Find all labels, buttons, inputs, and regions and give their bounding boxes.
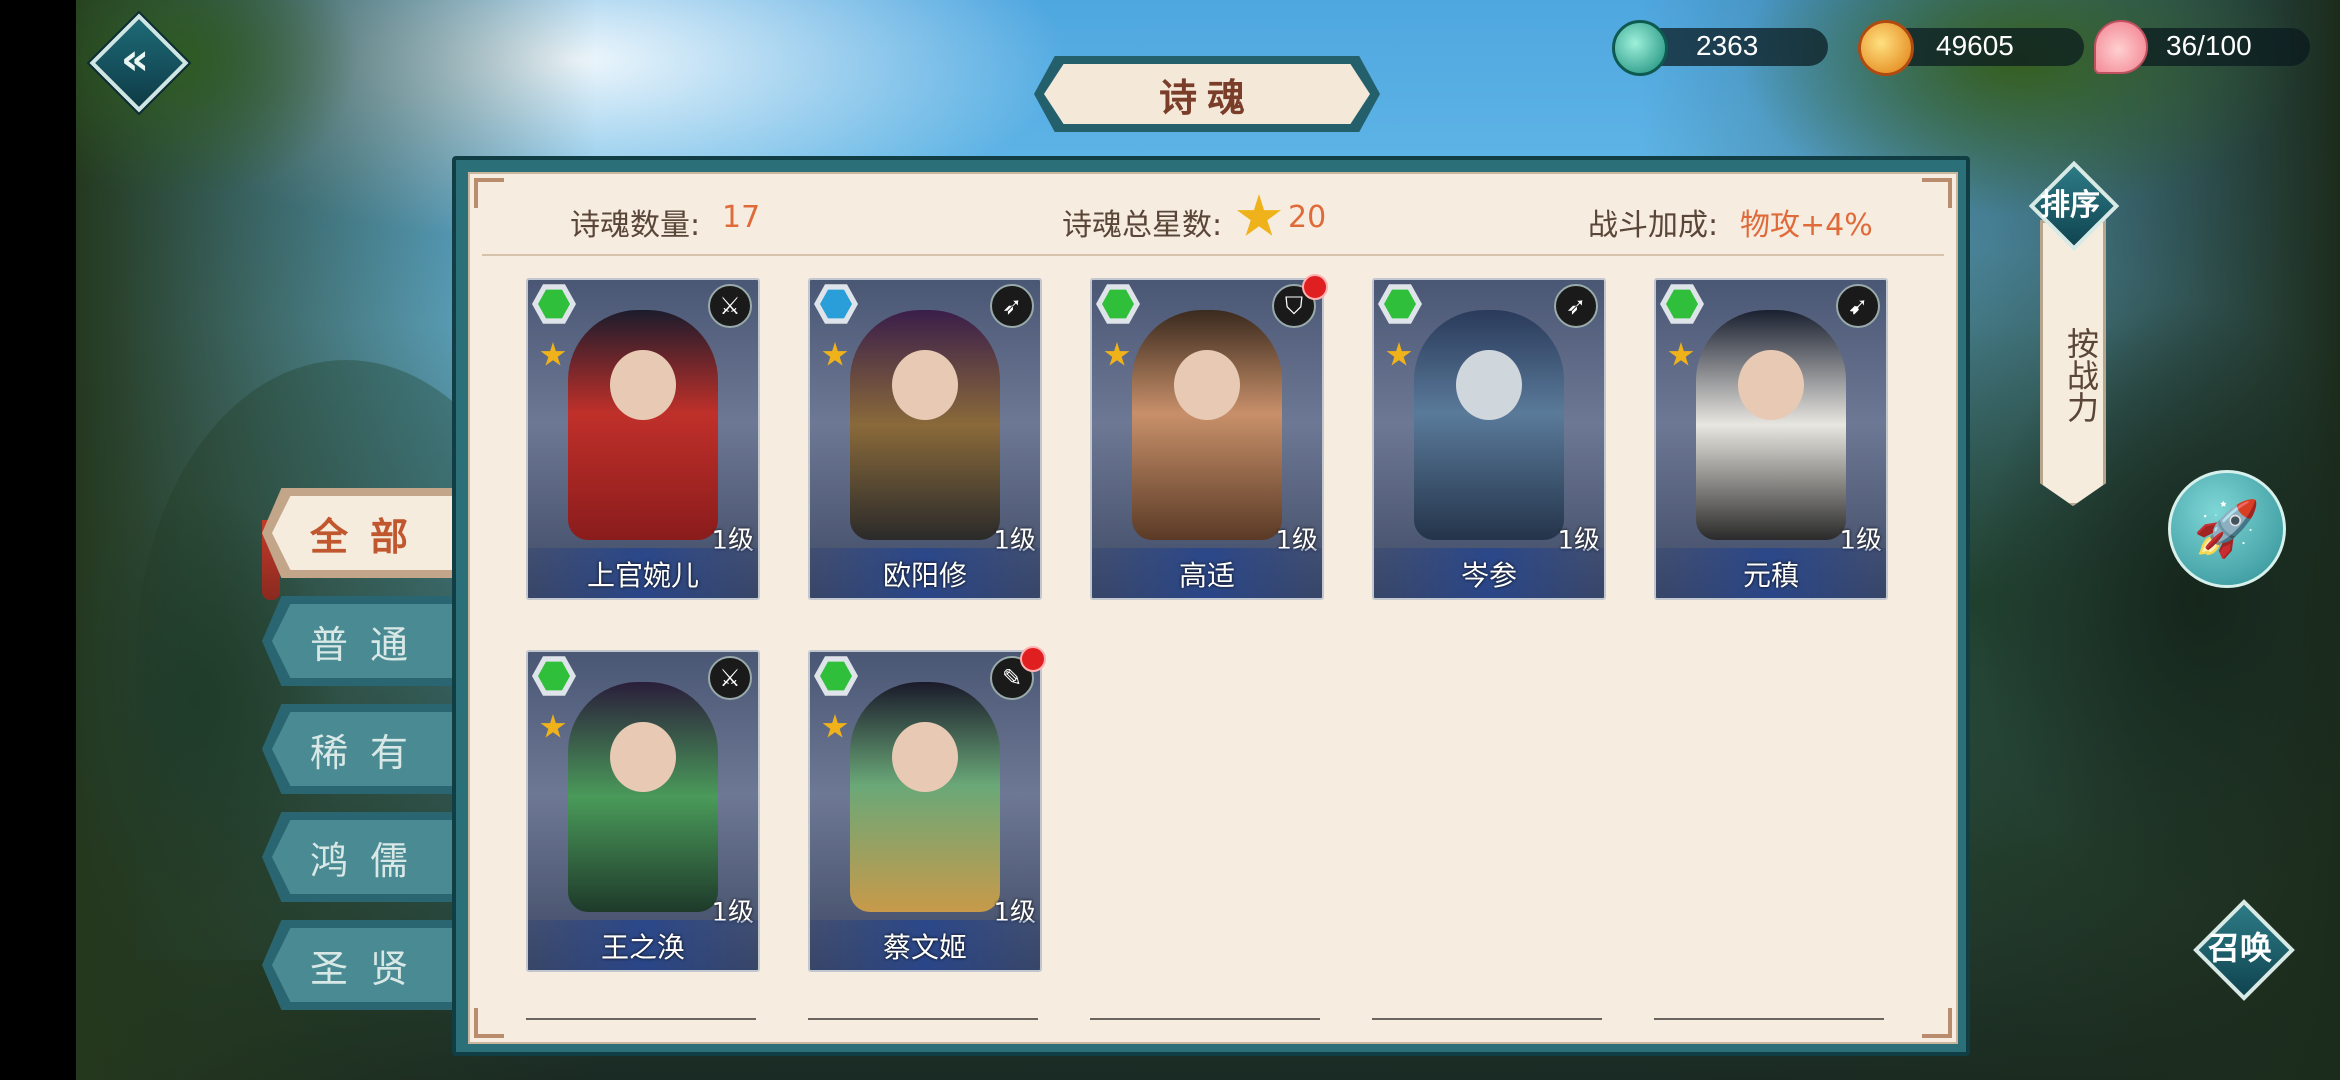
star-icon bbox=[822, 714, 848, 738]
rocket-button[interactable]: 🚀 bbox=[2168, 470, 2286, 588]
character-face bbox=[610, 722, 676, 792]
tab-label: 普通 bbox=[309, 622, 430, 667]
spear-icon: ➶ bbox=[990, 284, 1034, 328]
page-title: 诗魂 bbox=[1158, 75, 1255, 120]
dagger-icon: ⚔ bbox=[708, 656, 752, 700]
divider bbox=[482, 254, 1944, 256]
tab-sage[interactable]: 圣贤 bbox=[262, 920, 456, 1010]
peach-icon bbox=[2094, 20, 2148, 74]
tab-common[interactable]: 普通 bbox=[262, 596, 456, 686]
corner-ornament bbox=[474, 1008, 504, 1038]
notification-dot bbox=[1020, 646, 1046, 672]
resource-jade: 2363 bbox=[1612, 18, 1832, 76]
star-icon bbox=[1386, 342, 1412, 366]
back-button[interactable]: « bbox=[89, 13, 189, 113]
jade-orb-icon bbox=[1612, 20, 1668, 76]
star-icon bbox=[822, 342, 848, 366]
star-icon bbox=[540, 714, 566, 738]
title-plate: 诗魂 bbox=[1034, 56, 1380, 132]
card-name: 元稹 bbox=[1742, 559, 1799, 592]
star-icon bbox=[1668, 342, 1694, 366]
next-row-card-edge bbox=[808, 1018, 1038, 1020]
jade-value: 2363 bbox=[1696, 30, 1759, 61]
character-portrait bbox=[1414, 310, 1564, 540]
sort-mode-label: 按战力 bbox=[2062, 327, 2100, 423]
soul-card[interactable]: ⛉ 1级 高适 bbox=[1090, 278, 1324, 600]
card-name: 上官婉儿 bbox=[586, 559, 699, 592]
stamina-value: 36/100 bbox=[2166, 30, 2252, 61]
next-row-card-edge bbox=[1654, 1018, 1884, 1020]
gold-value: 49605 bbox=[1936, 30, 2014, 61]
character-portrait bbox=[1696, 310, 1846, 540]
tab-rare[interactable]: 稀有 bbox=[262, 704, 456, 794]
character-face bbox=[1174, 350, 1240, 420]
character-portrait bbox=[568, 310, 718, 540]
bow-icon: ➹ bbox=[1836, 284, 1880, 328]
character-portrait bbox=[568, 682, 718, 912]
card-name: 蔡文姬 bbox=[882, 931, 967, 964]
tab-all[interactable]: 全部 bbox=[262, 488, 456, 578]
battle-bonus-value: 物攻+4% bbox=[1740, 208, 1873, 243]
summon-label: 召唤 bbox=[2207, 929, 2272, 967]
resource-stamina: 36/100 bbox=[2094, 18, 2312, 74]
character-portrait bbox=[850, 310, 1000, 540]
next-row-card-edge bbox=[1372, 1018, 1602, 1020]
soul-card[interactable]: ➹ 1级 元稹 bbox=[1654, 278, 1888, 600]
summon-button[interactable]: 召唤 bbox=[2190, 896, 2295, 1001]
rarity-gem-icon bbox=[532, 284, 576, 324]
star-icon bbox=[540, 342, 566, 366]
character-face bbox=[892, 722, 958, 792]
rarity-gem-icon bbox=[814, 284, 858, 324]
card-name: 欧阳修 bbox=[882, 559, 967, 592]
soul-count-value: 17 bbox=[722, 200, 761, 235]
character-face bbox=[610, 350, 676, 420]
soul-card[interactable]: ✎ 1级 蔡文姬 bbox=[808, 650, 1042, 972]
card-name: 王之涣 bbox=[600, 931, 685, 964]
soul-card[interactable]: ⚔ 1级 王之涣 bbox=[526, 650, 760, 972]
soul-count-label: 诗魂数量: bbox=[570, 208, 701, 243]
gold-coin-icon bbox=[1858, 20, 1914, 76]
soul-card[interactable]: ➶ 1级 欧阳修 bbox=[808, 278, 1042, 600]
tab-scholar[interactable]: 鸿儒 bbox=[262, 812, 456, 902]
resource-gold: 49605 bbox=[1858, 18, 2088, 76]
tab-label: 稀有 bbox=[309, 730, 430, 775]
soul-card[interactable]: ➶ 1级 岑参 bbox=[1372, 278, 1606, 600]
tab-label: 鸿儒 bbox=[309, 838, 430, 883]
character-face bbox=[892, 350, 958, 420]
battle-bonus-label: 战斗加成: bbox=[1588, 208, 1719, 243]
sort-button[interactable]: 排序 bbox=[2028, 160, 2120, 252]
total-stars-value: 20 bbox=[1288, 200, 1327, 235]
tab-label: 圣贤 bbox=[309, 946, 430, 991]
chevron-left-icon: « bbox=[120, 33, 150, 85]
sort-button-label: 排序 bbox=[2040, 188, 2100, 223]
tab-label: 全部 bbox=[309, 514, 430, 559]
card-name: 高适 bbox=[1178, 559, 1235, 592]
character-portrait bbox=[1132, 310, 1282, 540]
dagger-icon: ⚔ bbox=[708, 284, 752, 328]
character-portrait bbox=[850, 682, 1000, 912]
rarity-gem-icon bbox=[814, 656, 858, 696]
rarity-gem-icon bbox=[1378, 284, 1422, 324]
star-icon bbox=[1104, 342, 1130, 366]
character-face bbox=[1456, 350, 1522, 420]
next-row-card-edge bbox=[526, 1018, 756, 1020]
rarity-gem-icon bbox=[532, 656, 576, 696]
soul-card[interactable]: ⚔ 1级 上官婉儿 bbox=[526, 278, 760, 600]
notification-dot bbox=[1302, 274, 1328, 300]
rarity-gem-icon bbox=[1660, 284, 1704, 324]
rocket-icon: 🚀 bbox=[2193, 497, 2261, 560]
corner-ornament bbox=[1922, 1008, 1952, 1038]
next-row-card-edge bbox=[1090, 1018, 1320, 1020]
stats-bar: 诗魂数量: 17 诗魂总星数: 20 战斗加成: 物攻+4% bbox=[470, 188, 1956, 248]
spear-icon: ➶ bbox=[1554, 284, 1598, 328]
star-icon bbox=[1236, 194, 1282, 236]
rarity-gem-icon bbox=[1096, 284, 1140, 324]
character-face bbox=[1738, 350, 1804, 420]
total-stars-label: 诗魂总星数: bbox=[1062, 208, 1223, 243]
card-name: 岑参 bbox=[1460, 559, 1517, 592]
